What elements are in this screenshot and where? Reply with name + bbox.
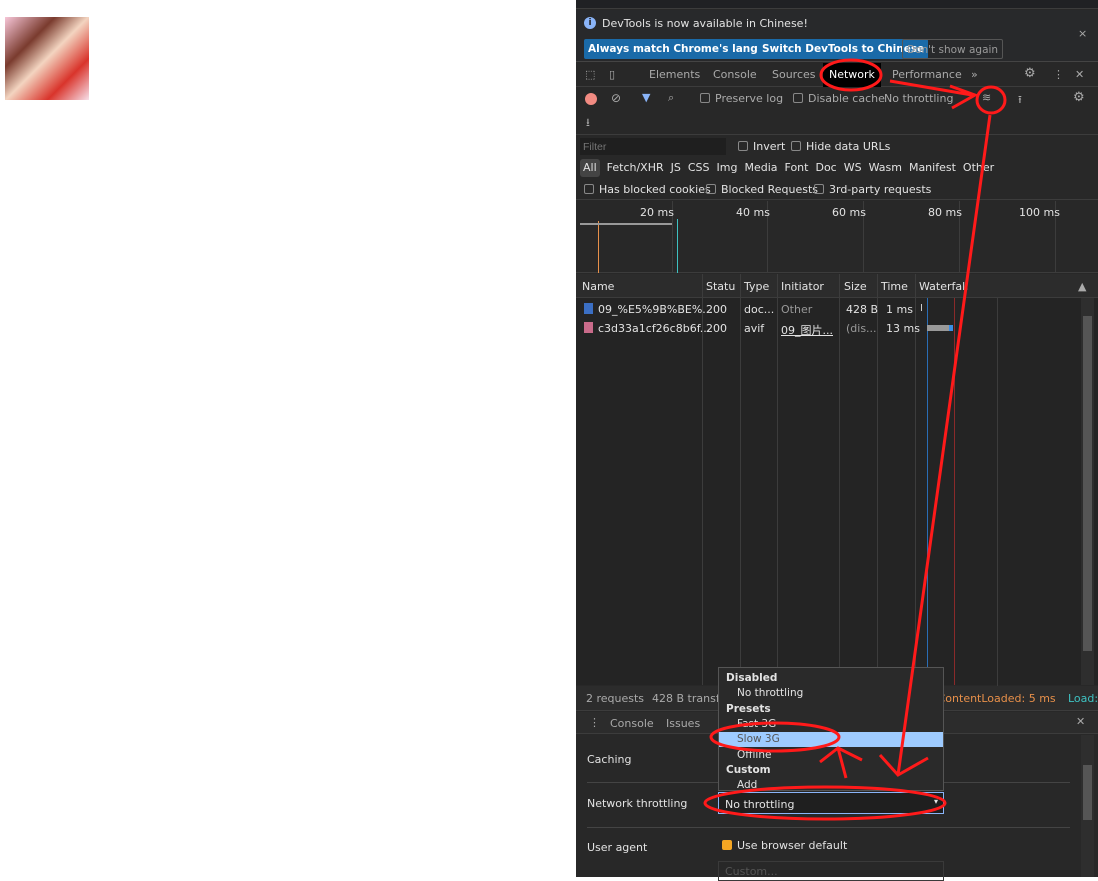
annotation-arrow-3: [819, 746, 863, 779]
annotation-arrow-1: [889, 79, 979, 110]
annotation-overlay: [703, 58, 1007, 821]
annotation-circle-slow3g: [709, 721, 841, 753]
annotation-circle-icon: [975, 85, 1007, 115]
annotation-circle-network: [819, 58, 883, 92]
annotation-arrow-2: [878, 114, 992, 777]
annotation-circle-select: [703, 785, 947, 821]
